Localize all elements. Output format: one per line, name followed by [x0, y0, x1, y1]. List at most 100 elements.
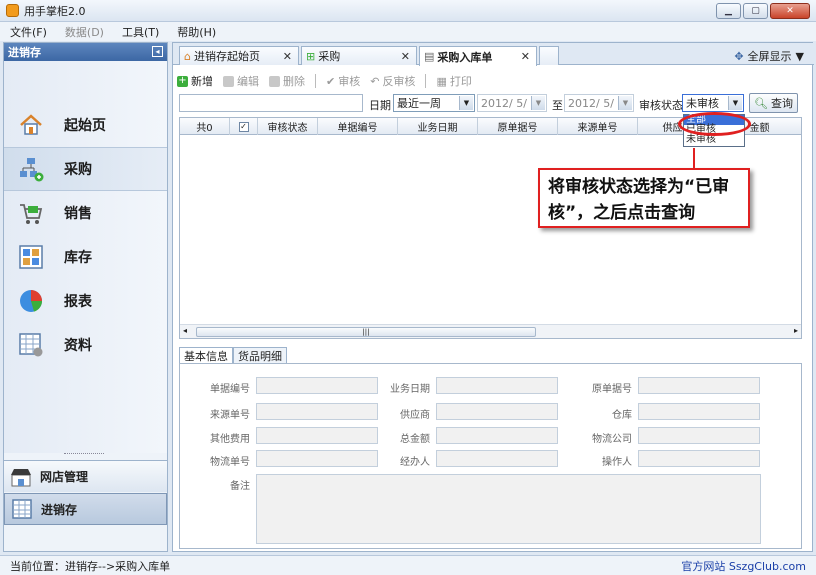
- col-audit-status[interactable]: 审核状态: [258, 118, 318, 135]
- scroll-thumb[interactable]: |||: [196, 327, 536, 337]
- doc-no-field[interactable]: [256, 377, 378, 394]
- tab-basic-info[interactable]: 基本信息: [179, 347, 233, 363]
- menu-help[interactable]: 帮助(H): [177, 24, 216, 40]
- callout-pointer: [693, 148, 713, 170]
- chevron-right-icon[interactable]: ▸: [794, 326, 798, 335]
- unaudit-button[interactable]: ↶ 反审核: [370, 73, 415, 89]
- print-label: 打印: [449, 75, 472, 88]
- window-title: 用手掌柜2.0: [24, 4, 86, 18]
- col-doc-no[interactable]: 单据编号: [318, 118, 398, 135]
- field-label: 单据编号: [210, 384, 250, 395]
- checkbox-icon[interactable]: ✓: [238, 121, 249, 132]
- table-icon: [12, 499, 32, 519]
- plus-icon: +: [177, 74, 188, 87]
- status-option-unaudited[interactable]: 未审核: [684, 135, 744, 145]
- sidebar-bottom-online-store[interactable]: 网店管理: [4, 460, 167, 492]
- splitter-grip[interactable]: [64, 453, 104, 456]
- warehouse-field[interactable]: [638, 403, 760, 420]
- close-icon[interactable]: ✕: [401, 50, 410, 63]
- chevron-down-icon: ▼: [531, 96, 545, 110]
- sidebar: 进销存 ◂ 起始页 采购 销售 库存 报表 资料 网店管理 进销存: [3, 42, 168, 552]
- sidebar-bottom-inventory[interactable]: 进销存: [4, 493, 167, 525]
- edit-button[interactable]: 编辑: [223, 73, 259, 89]
- fullscreen-label: 全屏显示: [747, 50, 792, 63]
- collapse-icon[interactable]: ◂: [152, 46, 163, 57]
- field-label: 其他费用: [210, 434, 250, 445]
- official-site-link[interactable]: 官方网站 SszgClub.com: [681, 558, 806, 574]
- date-from-picker[interactable]: 2012/ 5/ 1 ▼: [477, 94, 547, 112]
- chevron-down-icon: ▼: [795, 49, 804, 63]
- minimize-icon[interactable]: ▁: [716, 3, 741, 19]
- date-range-select[interactable]: 最近一周 ▼: [393, 94, 475, 112]
- sidebar-item-label: 采购: [64, 162, 92, 178]
- menu-file[interactable]: 文件(F): [10, 24, 47, 40]
- status-value: 未审核: [686, 97, 719, 110]
- sidebar-item-start[interactable]: 起始页: [4, 103, 167, 147]
- chevron-left-icon[interactable]: ◂: [183, 326, 187, 335]
- purchase-tree-icon: [20, 158, 44, 182]
- close-icon[interactable]: ✕: [283, 50, 292, 63]
- search-input[interactable]: [179, 94, 363, 112]
- house-icon: ⌂: [184, 49, 191, 63]
- date-to-picker[interactable]: 2012/ 5/ 7 ▼: [564, 94, 634, 112]
- field-label: 总金额: [400, 434, 430, 445]
- inventory-grid-icon: [19, 245, 43, 269]
- sidebar-item-label: 起始页: [64, 118, 106, 134]
- col-select-all[interactable]: ✓: [230, 118, 258, 135]
- status-select[interactable]: 未审核 ▼: [682, 94, 744, 112]
- status-label: 审核状态: [639, 99, 683, 112]
- query-label: 查询: [770, 97, 793, 110]
- tab-label: 进销存起始页: [193, 50, 260, 63]
- handler-field[interactable]: [436, 450, 558, 467]
- sidebar-item-label: 报表: [64, 294, 92, 310]
- remark-field[interactable]: [256, 474, 761, 544]
- document-icon: ▤: [424, 50, 435, 63]
- other-fee-field[interactable]: [256, 427, 378, 444]
- tab-purchase[interactable]: ⊞ 采购 ✕: [301, 46, 417, 65]
- date-from-value: 2012/ 5/ 1: [481, 96, 538, 110]
- horizontal-scrollbar[interactable]: ◂ ||| ▸: [180, 324, 801, 338]
- sidebar-item-sales[interactable]: 销售: [4, 191, 167, 235]
- sidebar-item-reports[interactable]: 报表: [4, 279, 167, 323]
- menu-data[interactable]: 数据(D): [65, 24, 104, 40]
- close-icon[interactable]: ✕: [521, 50, 530, 63]
- close-icon[interactable]: ✕: [770, 3, 810, 19]
- operator-field[interactable]: [638, 450, 760, 467]
- toolbar-divider: [315, 74, 316, 88]
- query-button[interactable]: 🔍︎ 查询: [749, 93, 798, 113]
- logistics-company-field[interactable]: [638, 427, 760, 444]
- field-label: 供应商: [400, 410, 430, 421]
- chevron-down-icon: ▼: [459, 96, 473, 110]
- total-field[interactable]: [436, 427, 558, 444]
- menu-tools[interactable]: 工具(T): [122, 24, 159, 40]
- biz-date-field[interactable]: [436, 377, 558, 394]
- sidebar-item-purchase[interactable]: 采购: [4, 147, 167, 191]
- col-orig-no[interactable]: 原单据号: [478, 118, 558, 135]
- supplier-field[interactable]: [436, 403, 558, 420]
- sidebar-item-inventory[interactable]: 库存: [4, 235, 167, 279]
- sidebar-item-data[interactable]: 资料: [4, 323, 167, 367]
- audit-button[interactable]: ✔ 审核: [326, 73, 360, 89]
- logistics-no-field[interactable]: [256, 450, 378, 467]
- field-label: 业务日期: [390, 384, 430, 395]
- col-source-no[interactable]: 来源单号: [558, 118, 638, 135]
- tab-start-page[interactable]: ⌂ 进销存起始页 ✕: [179, 46, 299, 65]
- sidebar-nav: 起始页 采购 销售 库存 报表 资料: [4, 61, 167, 453]
- window-controls: ▁ ▢ ✕: [716, 3, 810, 19]
- tab-item-details[interactable]: 货品明细: [233, 347, 287, 363]
- delete-button[interactable]: 删除: [269, 73, 305, 89]
- fullscreen-button[interactable]: ✥ 全屏显示 ▼: [734, 48, 804, 64]
- status-bar: 当前位置：进销存-->采购入库单 官方网站 SszgClub.com: [0, 555, 816, 575]
- orig-no-field[interactable]: [638, 377, 760, 394]
- col-biz-date[interactable]: 业务日期: [398, 118, 478, 135]
- add-button[interactable]: + 新增: [177, 73, 213, 89]
- store-icon: [11, 468, 31, 486]
- field-label: 仓库: [612, 410, 632, 421]
- chevron-down-icon: ▼: [728, 96, 742, 110]
- source-no-field[interactable]: [256, 403, 378, 420]
- tab-new[interactable]: [539, 46, 559, 65]
- maximize-icon[interactable]: ▢: [743, 3, 768, 19]
- print-button[interactable]: ▦ 打印: [436, 73, 471, 89]
- tab-purchase-inbound[interactable]: ▤ 采购入库单 ✕: [419, 46, 537, 66]
- field-label: 操作人: [602, 457, 632, 468]
